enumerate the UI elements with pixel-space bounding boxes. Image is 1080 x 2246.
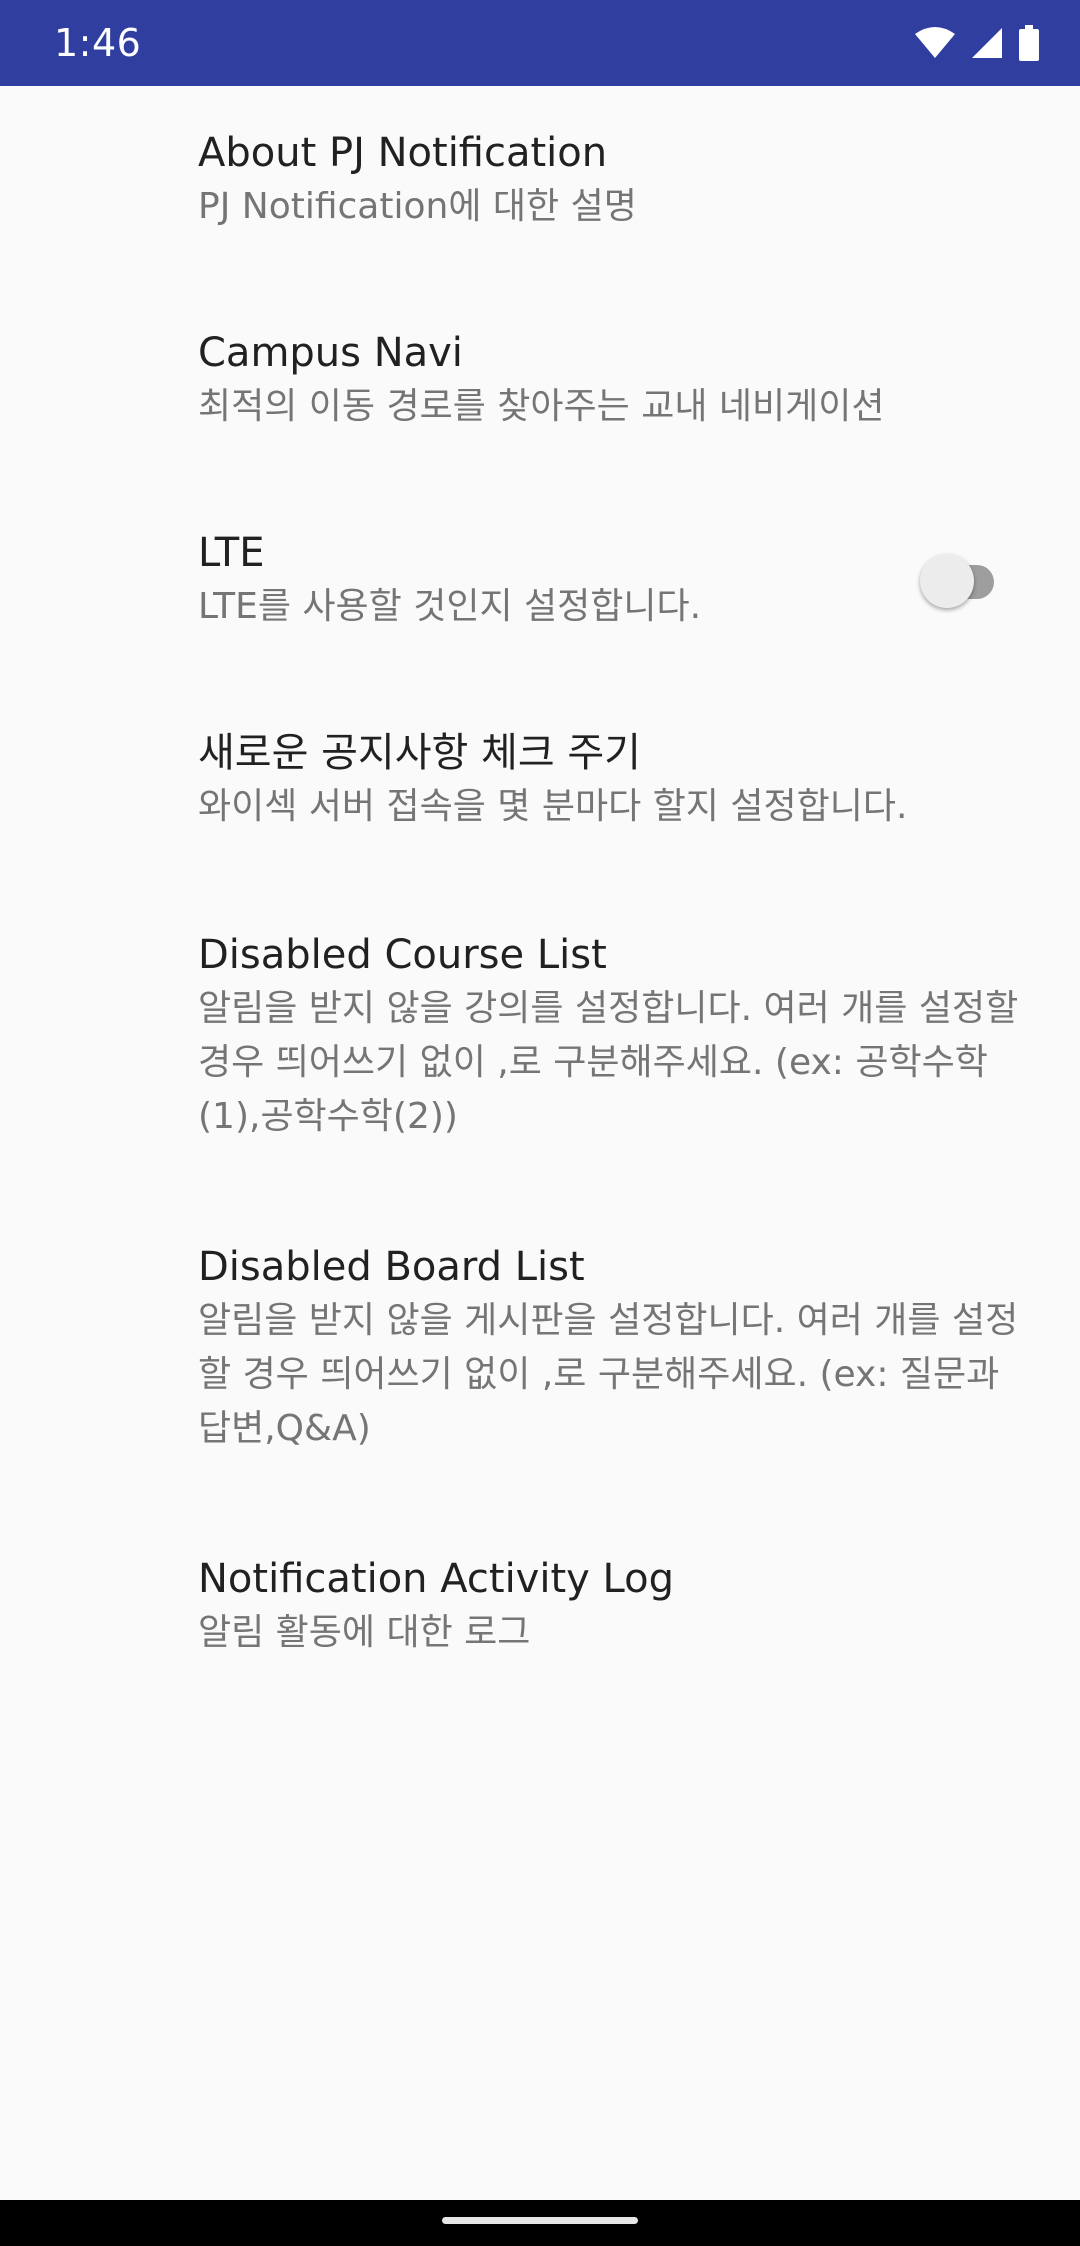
pref-campus-navi[interactable]: Campus Navi 최적의 이동 경로를 찾아주는 교내 네비게이션 <box>0 326 1080 446</box>
pref-disabled-board-list[interactable]: Disabled Board List 알림을 받지 않을 게시판을 설정합니다… <box>0 1240 1080 1470</box>
pref-title: Disabled Course List <box>198 932 607 978</box>
pref-title: Disabled Board List <box>198 1244 585 1290</box>
pref-title: About PJ Notification <box>198 130 608 176</box>
pref-title: Campus Navi <box>198 330 463 376</box>
pref-summary: PJ Notification에 대한 설명 <box>198 186 637 227</box>
pref-summary: 최적의 이동 경로를 찾아주는 교내 네비게이션 <box>198 386 885 427</box>
status-bar: 1:46 <box>0 0 1080 86</box>
pref-title: 새로운 공지사항 체크 주기 <box>198 730 641 776</box>
pref-check-interval[interactable]: 새로운 공지사항 체크 주기 와이섹 서버 접속을 몇 분마다 할지 설정합니다… <box>0 726 1080 846</box>
status-time: 1:46 <box>54 21 142 65</box>
pref-summary: LTE를 사용할 것인지 설정합니다. <box>198 586 702 627</box>
pref-summary: 알림을 받지 않을 게시판을 설정합니다. 여러 개를 설정할 경우 띄어쓰기 … <box>198 1300 1019 1449</box>
pref-about[interactable]: About PJ Notification PJ Notification에 대… <box>0 126 1080 246</box>
status-icons <box>914 22 1040 64</box>
pref-title: Notification Activity Log <box>198 1556 674 1602</box>
lte-switch[interactable] <box>920 546 1004 608</box>
home-gesture-handle[interactable] <box>442 2217 638 2224</box>
cell-signal-icon <box>970 26 1004 60</box>
pref-disabled-course-list[interactable]: Disabled Course List 알림을 받지 않을 강의를 설정합니다… <box>0 928 1080 1158</box>
navigation-bar <box>0 2200 1080 2246</box>
pref-lte[interactable]: LTE LTE를 사용할 것인지 설정합니다. <box>0 526 1080 646</box>
pref-summary: 알림을 받지 않을 강의를 설정합니다. 여러 개를 설정할 경우 띄어쓰기 없… <box>198 988 1019 1137</box>
wifi-icon <box>914 26 956 60</box>
pref-summary: 와이섹 서버 접속을 몇 분마다 할지 설정합니다. <box>198 786 908 827</box>
switch-thumb <box>920 554 974 608</box>
battery-icon <box>1018 25 1040 61</box>
pref-activity-log[interactable]: Notification Activity Log 알림 활동에 대한 로그 <box>0 1552 1080 1672</box>
pref-title: LTE <box>198 530 265 576</box>
pref-summary: 알림 활동에 대한 로그 <box>198 1612 531 1653</box>
